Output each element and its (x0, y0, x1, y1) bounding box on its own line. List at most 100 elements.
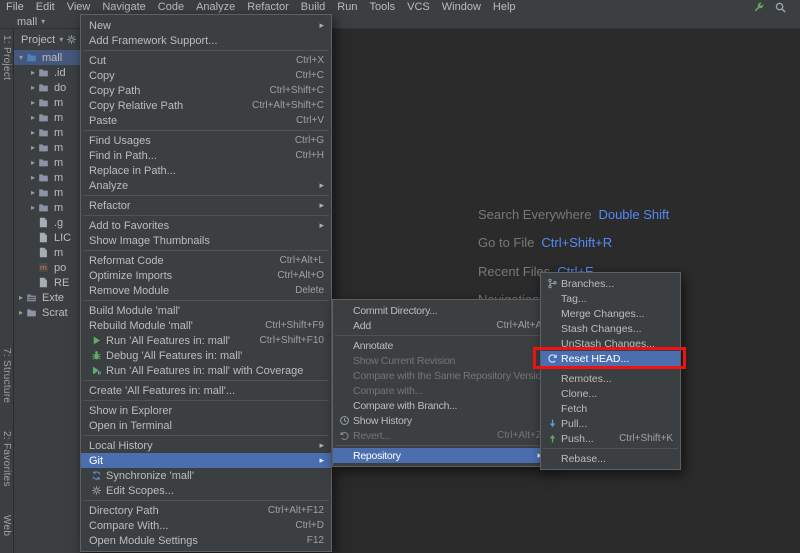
collapsed-arrow-icon[interactable]: ▸ (28, 98, 38, 107)
tree-item-re[interactable]: RE (14, 275, 80, 290)
menu-item-copy-relative-path[interactable]: Copy Relative PathCtrl+Alt+Shift+C (81, 98, 331, 113)
tree-item-id[interactable]: ▸.id (14, 65, 80, 80)
menu-item-fetch[interactable]: Fetch (541, 401, 680, 416)
menubar-item-file[interactable]: File (0, 0, 30, 15)
menubar-item-edit[interactable]: Edit (30, 0, 61, 15)
tree-item-scrat[interactable]: ▸Scrat (14, 305, 80, 320)
collapsed-arrow-icon[interactable]: ▸ (28, 143, 38, 152)
gear-icon[interactable] (66, 34, 77, 45)
menu-item-push[interactable]: Push...Ctrl+Shift+K (541, 431, 680, 446)
tree-item-po[interactable]: mpo (14, 260, 80, 275)
collapsed-arrow-icon[interactable]: ▸ (28, 188, 38, 197)
menu-item-add-to-favorites[interactable]: Add to Favorites▸ (81, 218, 331, 233)
menu-item-new[interactable]: New▸ (81, 18, 331, 33)
menubar-item-view[interactable]: View (61, 0, 97, 15)
menu-item-edit-scopes[interactable]: Edit Scopes... (81, 483, 331, 498)
menu-item-tag[interactable]: Tag... (541, 291, 680, 306)
tree-item-mall[interactable]: ▾mall (14, 50, 80, 65)
search-icon[interactable] (774, 1, 787, 14)
tree-item-lic[interactable]: LIC (14, 230, 80, 245)
menu-item-cut[interactable]: CutCtrl+X (81, 53, 331, 68)
menu-item-show-image-thumbnails[interactable]: Show Image Thumbnails (81, 233, 331, 248)
tree-item-g[interactable]: .g (14, 215, 80, 230)
tree-item-m[interactable]: ▸m (14, 155, 80, 170)
menu-item-commit-directory[interactable]: Commit Directory... (333, 303, 549, 318)
menu-item-find-in-path[interactable]: Find in Path...Ctrl+H (81, 148, 331, 163)
menubar-item-code[interactable]: Code (152, 0, 190, 15)
collapsed-arrow-icon[interactable]: ▸ (28, 128, 38, 137)
tool-button-web[interactable]: Web (1, 512, 12, 539)
tree-item-m[interactable]: ▸m (14, 110, 80, 125)
menu-item-debug-all-features-in-mall[interactable]: Debug 'All Features in: mall' (81, 348, 331, 363)
tree-item-m[interactable]: ▸m (14, 140, 80, 155)
menu-item-remotes[interactable]: Remotes... (541, 371, 680, 386)
expanded-arrow-icon[interactable]: ▾ (16, 53, 26, 62)
menu-item-run-all-features-in-mall-with-coverage[interactable]: Run 'All Features in: mall' with Coverag… (81, 363, 331, 378)
tree-item-exte[interactable]: ▸Exte (14, 290, 80, 305)
menu-item-find-usages[interactable]: Find UsagesCtrl+G (81, 133, 331, 148)
menu-item-local-history[interactable]: Local History▸ (81, 438, 331, 453)
menubar-item-analyze[interactable]: Analyze (190, 0, 241, 15)
menu-item-replace-in-path[interactable]: Replace in Path... (81, 163, 331, 178)
menu-item-analyze[interactable]: Analyze▸ (81, 178, 331, 193)
tree-item-m[interactable]: ▸m (14, 95, 80, 110)
menubar-item-tools[interactable]: Tools (363, 0, 401, 15)
menubar-item-refactor[interactable]: Refactor (241, 0, 295, 15)
menu-item-remove-module[interactable]: Remove ModuleDelete (81, 283, 331, 298)
menu-item-show-in-explorer[interactable]: Show in Explorer (81, 403, 331, 418)
tree-item-m[interactable]: ▸m (14, 170, 80, 185)
menu-item-stash-changes[interactable]: Stash Changes... (541, 321, 680, 336)
menu-item-repository[interactable]: Repository▸ (333, 448, 549, 463)
collapsed-arrow-icon[interactable]: ▸ (28, 173, 38, 182)
menubar-item-build[interactable]: Build (295, 0, 331, 15)
menu-item-annotate[interactable]: Annotate (333, 338, 549, 353)
collapsed-arrow-icon[interactable]: ▸ (28, 83, 38, 92)
menu-item-show-history[interactable]: Show History (333, 413, 549, 428)
menu-item-add[interactable]: AddCtrl+Alt+A (333, 318, 549, 333)
tree-item-m[interactable]: ▸m (14, 200, 80, 215)
menu-item-compare-with[interactable]: Compare With...Ctrl+D (81, 518, 331, 533)
collapsed-arrow-icon[interactable]: ▸ (16, 308, 26, 317)
menubar-item-help[interactable]: Help (487, 0, 522, 15)
menu-item-optimize-imports[interactable]: Optimize ImportsCtrl+Alt+O (81, 268, 331, 283)
menubar-item-vcs[interactable]: VCS (401, 0, 436, 15)
menu-item-run-all-features-in-mall[interactable]: Run 'All Features in: mall'Ctrl+Shift+F1… (81, 333, 331, 348)
menu-item-build-module-mall[interactable]: Build Module 'mall' (81, 303, 331, 318)
menu-item-merge-changes[interactable]: Merge Changes... (541, 306, 680, 321)
menu-item-open-in-terminal[interactable]: Open in Terminal (81, 418, 331, 433)
menu-item-rebase[interactable]: Rebase... (541, 451, 680, 466)
menubar-item-navigate[interactable]: Navigate (96, 0, 151, 15)
tool-button-favorites[interactable]: 2: Favorites (1, 428, 12, 490)
menu-item-copy-path[interactable]: Copy PathCtrl+Shift+C (81, 83, 331, 98)
collapsed-arrow-icon[interactable]: ▸ (28, 203, 38, 212)
menu-item-reformat-code[interactable]: Reformat CodeCtrl+Alt+L (81, 253, 331, 268)
menu-item-synchronize-mall[interactable]: Synchronize 'mall' (81, 468, 331, 483)
menu-item-open-module-settings[interactable]: Open Module SettingsF12 (81, 533, 331, 548)
menu-item-create-all-features-in-mall[interactable]: Create 'All Features in: mall'... (81, 383, 331, 398)
menu-item-directory-path[interactable]: Directory PathCtrl+Alt+F12 (81, 503, 331, 518)
collapsed-arrow-icon[interactable]: ▸ (16, 293, 26, 302)
tool-button-project[interactable]: 1: Project (1, 32, 12, 83)
menu-item-add-framework-support[interactable]: Add Framework Support... (81, 33, 331, 48)
tree-item-do[interactable]: ▸do (14, 80, 80, 95)
tree-item-m[interactable]: m (14, 245, 80, 260)
collapsed-arrow-icon[interactable]: ▸ (28, 68, 38, 77)
project-panel-title[interactable]: Project (21, 34, 55, 46)
menu-item-paste[interactable]: PasteCtrl+V (81, 113, 331, 128)
tool-button-structure[interactable]: 7: Structure (1, 345, 12, 406)
menubar-item-window[interactable]: Window (436, 0, 487, 15)
menu-item-clone[interactable]: Clone... (541, 386, 680, 401)
tree-item-m[interactable]: ▸m (14, 185, 80, 200)
menu-item-compare-with-branch[interactable]: Compare with Branch... (333, 398, 549, 413)
tree-item-m[interactable]: ▸m (14, 125, 80, 140)
wrench-icon[interactable] (752, 1, 765, 14)
collapsed-arrow-icon[interactable]: ▸ (28, 158, 38, 167)
menu-item-pull[interactable]: Pull... (541, 416, 680, 431)
menu-item-git[interactable]: Git▸ (81, 453, 331, 468)
menubar-item-run[interactable]: Run (331, 0, 363, 15)
menu-item-refactor[interactable]: Refactor▸ (81, 198, 331, 213)
navbar-project-crumb[interactable]: mall (17, 16, 37, 28)
collapsed-arrow-icon[interactable]: ▸ (28, 113, 38, 122)
menu-item-copy[interactable]: CopyCtrl+C (81, 68, 331, 83)
menu-item-rebuild-module-mall[interactable]: Rebuild Module 'mall'Ctrl+Shift+F9 (81, 318, 331, 333)
